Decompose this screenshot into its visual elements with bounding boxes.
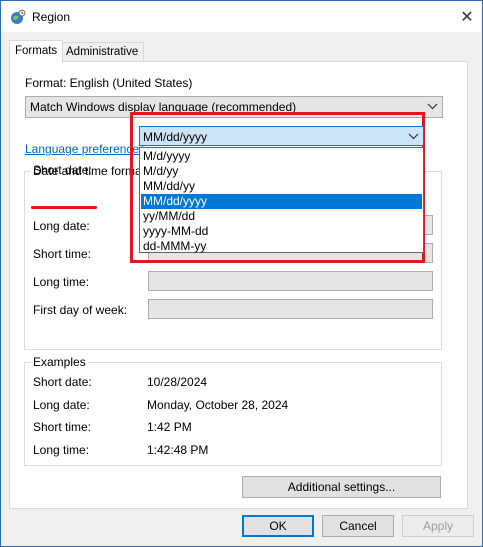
example-long-time-label: Long time: bbox=[33, 443, 90, 457]
short-date-dropdown: M/d/yyyy M/d/yy MM/dd/yy MM/dd/yyyy yy/MM/dd… bbox=[139, 147, 424, 253]
example-long-date-label: Long date: bbox=[33, 398, 90, 412]
chevron-down-icon bbox=[427, 103, 438, 110]
short-date-option[interactable]: yy/MM/dd bbox=[141, 209, 422, 224]
additional-settings-button[interactable]: Additional settings... bbox=[242, 476, 441, 498]
tab-administrative[interactable]: Administrative bbox=[60, 42, 145, 62]
ok-button[interactable]: OK bbox=[242, 515, 314, 537]
short-date-option[interactable]: MM/dd/yy bbox=[141, 179, 422, 194]
first-day-select[interactable] bbox=[148, 299, 433, 319]
short-date-select-value: MM/dd/yyyy bbox=[143, 130, 208, 144]
language-preferences-link[interactable]: Language preferences bbox=[25, 142, 145, 156]
tab-formats[interactable]: Formats bbox=[9, 40, 64, 63]
example-long-date-value: Monday, October 28, 2024 bbox=[147, 398, 289, 412]
highlight-underline bbox=[31, 206, 97, 209]
example-short-time-label: Short time: bbox=[33, 420, 92, 434]
example-short-time-value: 1:42 PM bbox=[147, 420, 192, 434]
short-date-option[interactable]: dd-MMM-yy bbox=[141, 239, 422, 254]
short-time-label: Short time: bbox=[33, 247, 92, 261]
close-icon: ✕ bbox=[460, 8, 474, 26]
apply-button[interactable]: Apply bbox=[402, 515, 474, 537]
short-date-option[interactable]: yyyy-MM-dd bbox=[141, 224, 422, 239]
format-label: Format: English (United States) bbox=[25, 76, 193, 90]
short-date-option[interactable]: M/d/yyyy bbox=[141, 149, 422, 164]
long-time-select[interactable] bbox=[148, 271, 433, 291]
region-dialog: Region ✕ Formats Administrative Format: … bbox=[0, 0, 483, 547]
close-button[interactable]: ✕ bbox=[452, 1, 482, 32]
examples-title: Examples bbox=[31, 355, 88, 369]
long-time-label: Long time: bbox=[33, 275, 90, 289]
short-date-label: Short date: bbox=[33, 163, 92, 177]
short-date-option[interactable]: MM/dd/yyyy bbox=[141, 194, 422, 209]
cancel-button[interactable]: Cancel bbox=[322, 515, 394, 537]
window-title: Region bbox=[32, 10, 71, 24]
globe-icon bbox=[11, 9, 26, 24]
example-short-date-value: 10/28/2024 bbox=[147, 375, 208, 389]
short-date-select[interactable]: MM/dd/yyyy bbox=[139, 126, 424, 146]
title-bar: Region ✕ bbox=[1, 1, 482, 32]
example-short-date-label: Short date: bbox=[33, 375, 92, 389]
chevron-down-icon bbox=[408, 133, 419, 140]
example-long-time-value: 1:42:48 PM bbox=[147, 443, 209, 457]
long-date-label: Long date: bbox=[33, 219, 90, 233]
short-date-option[interactable]: M/d/yy bbox=[141, 164, 422, 179]
first-day-label: First day of week: bbox=[33, 303, 128, 317]
